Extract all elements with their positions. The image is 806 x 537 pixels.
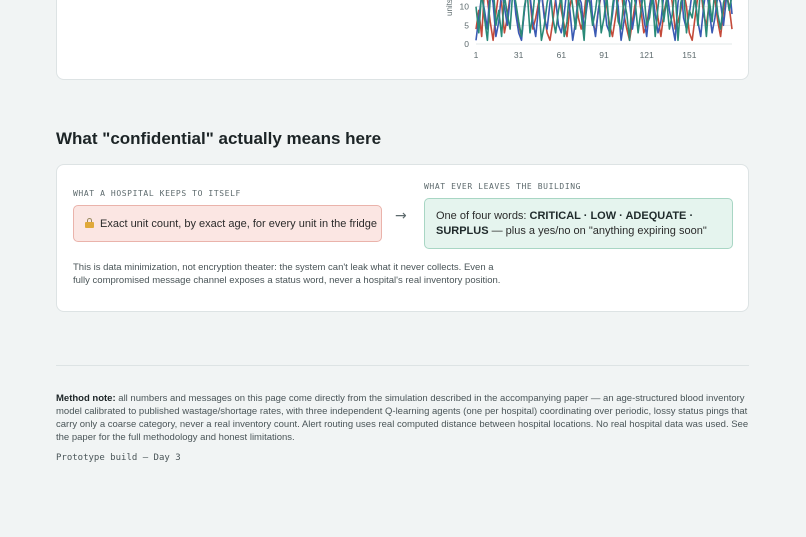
kept-data-box: Exact unit count, by exact age, for ever… bbox=[73, 205, 382, 242]
chart-series bbox=[475, 0, 733, 42]
divider bbox=[56, 365, 749, 366]
minimization-note: This is data minimization, not encryptio… bbox=[73, 262, 501, 286]
shared-data-prefix: One of four words: bbox=[436, 210, 530, 222]
inventory-line-chart: 0510151316191121151 units bbox=[445, 0, 733, 60]
method-note-text: all numbers and messages on this page co… bbox=[56, 393, 749, 443]
chart-card: 0510151316191121151 units bbox=[56, 0, 749, 80]
x-tick-label: 121 bbox=[640, 50, 654, 60]
build-tag: Prototype build — Day 3 bbox=[56, 453, 181, 463]
section-title: What "confidential" actually means here bbox=[56, 129, 382, 148]
x-tick-label: 61 bbox=[557, 50, 567, 60]
method-note-label: Method note: bbox=[56, 393, 116, 404]
x-tick-label: 91 bbox=[599, 50, 609, 60]
leaves-label: WHAT EVER LEAVES THE BUILDING bbox=[424, 182, 582, 191]
x-tick-label: 1 bbox=[474, 50, 479, 60]
y-tick-label: 5 bbox=[464, 20, 469, 30]
kept-data-text: Exact unit count, by exact age, for ever… bbox=[100, 218, 377, 230]
shared-data-box: One of four words: CRITICAL · LOW · ADEQ… bbox=[424, 198, 733, 249]
keeps-label: WHAT A HOSPITAL KEEPS TO ITSELF bbox=[73, 189, 241, 198]
lock-icon bbox=[85, 218, 94, 228]
y-tick-label: 0 bbox=[464, 39, 469, 49]
confidential-card: WHAT A HOSPITAL KEEPS TO ITSELF Exact un… bbox=[56, 164, 749, 312]
x-tick-label: 151 bbox=[682, 50, 696, 60]
right-arrow-icon: → bbox=[395, 208, 407, 224]
y-axis-label: units bbox=[445, 0, 454, 16]
method-note: Method note: all numbers and messages on… bbox=[56, 392, 753, 444]
shared-data-suffix: — plus a yes/no on "anything expiring so… bbox=[488, 225, 707, 237]
y-tick-label: 10 bbox=[460, 2, 470, 12]
x-tick-label: 31 bbox=[514, 50, 524, 60]
